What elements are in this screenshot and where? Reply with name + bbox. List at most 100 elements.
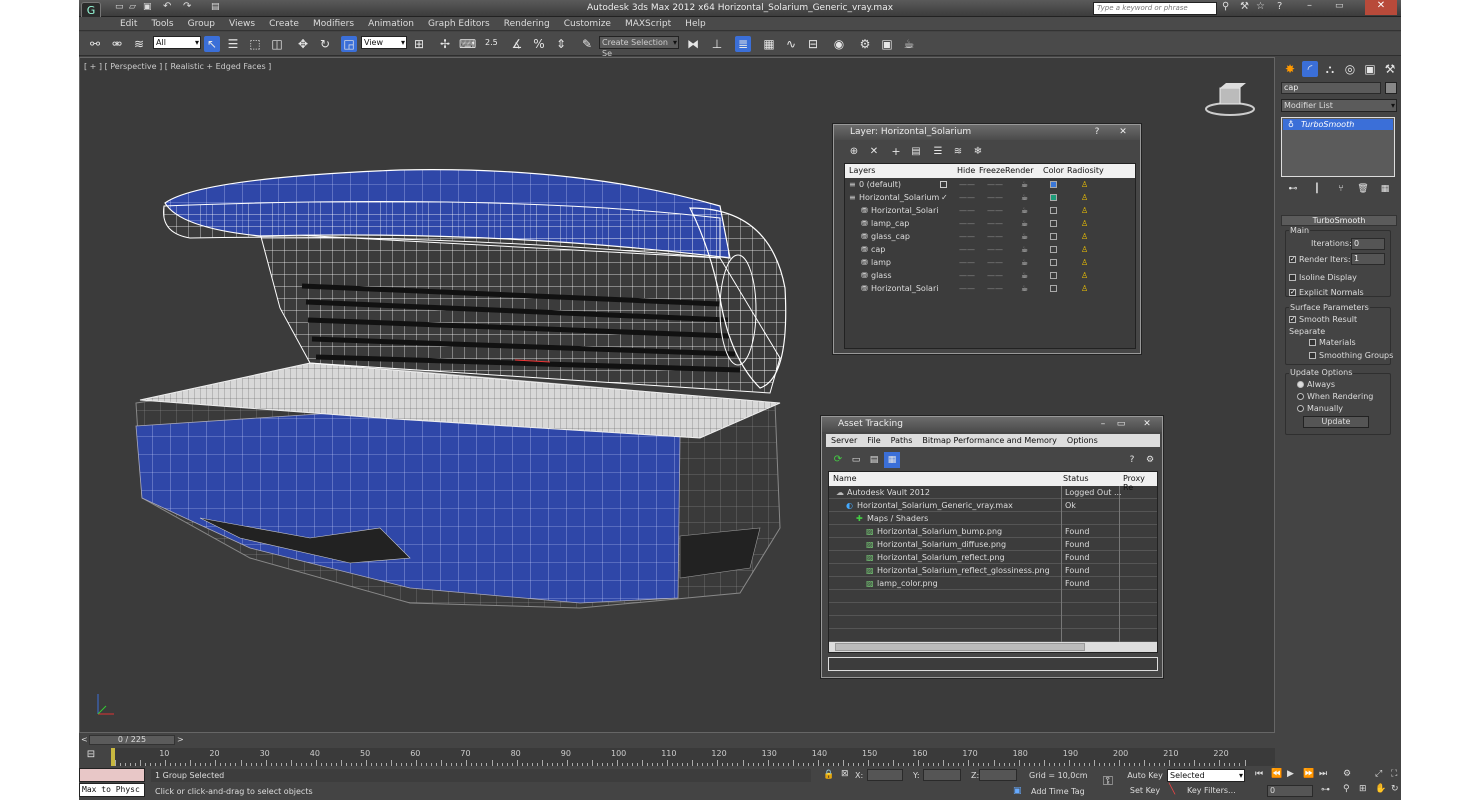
layer-col-radiosity[interactable]: Radiosity — [1067, 166, 1104, 175]
radiosity-lamp-icon[interactable]: ♙ — [1081, 256, 1088, 269]
show-end-result-icon[interactable]: ┃ — [1309, 181, 1325, 197]
layer-col-freeze[interactable]: Freeze — [979, 166, 1005, 175]
explicit-normals-checkbox[interactable]: ✓ — [1289, 289, 1296, 296]
layer-color-swatch[interactable] — [1050, 207, 1057, 214]
zoom-extents-icon[interactable]: ⤢ — [1375, 769, 1382, 779]
goto-end-icon[interactable]: ⏭ — [1319, 769, 1327, 779]
pin-stack-icon[interactable]: ⊷ — [1285, 181, 1301, 197]
maximize-icon[interactable]: ▭ — [1335, 1, 1344, 11]
freeze-toggle[interactable]: —— — [987, 230, 1003, 243]
asset-row[interactable]: ▨ Horizontal_Solarium_reflect_glossiness.… — [829, 564, 1157, 577]
graphite-ribbon-icon[interactable]: ▦ — [761, 36, 777, 52]
layer-row[interactable]: ⛃ cap —— —— ☕ ♙ — [845, 243, 1135, 256]
radiosity-lamp-icon[interactable]: ♙ — [1081, 178, 1088, 191]
unlink-icon[interactable]: ⚮ — [109, 36, 125, 52]
search-input[interactable]: Type a keyword or phrase — [1093, 2, 1217, 15]
layer-col-render[interactable]: Render — [1005, 166, 1033, 175]
layer-col-layers[interactable]: Layers — [849, 166, 875, 175]
auto-key-button[interactable]: Auto Key — [1127, 770, 1163, 782]
abs-mode-icon[interactable]: ⊠ — [841, 769, 849, 779]
menu-tools[interactable]: Tools — [144, 17, 180, 30]
layer-row[interactable]: ⛃ lamp —— —— ☕ ♙ — [845, 256, 1135, 269]
layer-color-swatch[interactable] — [1050, 220, 1057, 227]
time-tag-icon[interactable]: ▣ — [1013, 786, 1022, 796]
window-crossing-icon[interactable]: ◫ — [269, 36, 285, 52]
smooth-result-row[interactable]: ✓ Smooth Result — [1289, 315, 1357, 324]
menu-modifiers[interactable]: Modifiers — [306, 17, 361, 30]
layer-color-swatch[interactable] — [1050, 246, 1057, 253]
hide-toggle[interactable]: —— — [959, 269, 975, 282]
materials-row[interactable]: Materials — [1309, 338, 1356, 347]
menu-views[interactable]: Views — [222, 17, 262, 30]
edit-named-selection-icon[interactable]: ✎ — [579, 36, 595, 52]
freeze-toggle[interactable]: —— — [987, 217, 1003, 230]
layer-name[interactable]: Horizontal_Solari — [871, 282, 959, 295]
render-iters-row[interactable]: ✓ Render Iters: — [1289, 255, 1351, 264]
keyboard-shortcut-icon[interactable]: ⌨ — [459, 36, 476, 52]
menu-animation[interactable]: Animation — [361, 17, 421, 30]
layer-row[interactable]: ⛃ lamp_cap —— —— ☕ ♙ — [845, 217, 1135, 230]
asset-row[interactable]: ☁ Autodesk Vault 2012 Logged Out ... — [829, 486, 1157, 499]
favorites-icon[interactable]: ☆ — [1256, 1, 1265, 12]
layer-row[interactable]: ⛃ Horizontal_Solari —— —— ☕ ♙ — [845, 204, 1135, 217]
menu-graph-editors[interactable]: Graph Editors — [421, 17, 497, 30]
asset-name[interactable]: Horizontal_Solarium_reflect.png — [877, 551, 1005, 564]
asset-row[interactable]: ▨ Horizontal_Solarium_reflect.png Found — [829, 551, 1157, 564]
asset-hscrollbar[interactable] — [829, 642, 1157, 652]
track-bar[interactable]: 10 20 30 40 50 60 70 80 90 100 110 120 130 140 150 160 1… — [111, 748, 1275, 766]
scale-icon[interactable]: ◲ — [341, 36, 357, 52]
layer-color-swatch[interactable] — [1050, 181, 1057, 188]
bind-spacewarp-icon[interactable]: ≋ — [131, 36, 147, 52]
layer-row[interactable]: ≡ 0 (default) —— —— ☕ ♙ — [845, 178, 1135, 191]
hide-toggle[interactable]: —— — [959, 230, 975, 243]
render-teapot-icon[interactable]: ☕ — [1021, 178, 1028, 191]
render-iters-checkbox[interactable]: ✓ — [1289, 256, 1296, 263]
zoom-icon[interactable]: ⚲ — [1343, 784, 1350, 794]
list-view-icon[interactable]: ▭ — [848, 452, 864, 468]
asset-menu-paths[interactable]: Paths — [886, 436, 918, 445]
rotate-icon[interactable]: ↻ — [317, 36, 333, 52]
selection-filter-dropdown[interactable]: All — [153, 36, 201, 49]
menu-maxscript[interactable]: MAXScript — [618, 17, 678, 30]
utilities-tab-icon[interactable]: ⚒ — [1382, 61, 1398, 77]
render-teapot-icon[interactable]: ☕ — [1021, 230, 1028, 243]
make-unique-icon[interactable]: ⑂ — [1333, 181, 1349, 197]
modify-tab-icon[interactable]: ◜ — [1302, 61, 1318, 77]
render-production-icon[interactable]: ☕ — [901, 36, 917, 52]
menu-rendering[interactable]: Rendering — [497, 17, 557, 30]
search-icon[interactable]: ⚲ — [1222, 1, 1229, 12]
named-selection-dropdown[interactable]: Create Selection Se — [599, 36, 679, 58]
layer-color-swatch[interactable] — [1050, 194, 1057, 201]
layer-close-icon[interactable]: ✕ — [1112, 126, 1134, 138]
y-coord-field[interactable] — [923, 769, 961, 781]
timeslider-next-icon[interactable]: > — [177, 735, 184, 744]
viewcube-icon[interactable] — [1205, 83, 1255, 116]
spinner-snap-icon[interactable]: ⇕ — [553, 36, 569, 52]
layer-name[interactable]: glass_cap — [871, 230, 959, 243]
object-name-field[interactable]: cap — [1281, 82, 1381, 94]
manually-row[interactable]: Manually — [1297, 404, 1343, 413]
asset-help-icon[interactable]: ? — [1124, 452, 1140, 468]
freeze-toggle[interactable]: —— — [987, 204, 1003, 217]
select-object-icon[interactable]: ↖ — [204, 36, 220, 52]
select-highlighted-icon[interactable]: ▤ — [908, 144, 924, 160]
modifier-list-dropdown[interactable]: Modifier List — [1281, 99, 1397, 112]
render-teapot-icon[interactable]: ☕ — [1021, 191, 1028, 204]
angle-snap-icon[interactable]: ∡ — [509, 36, 525, 52]
maximize-viewport-icon[interactable]: ⛶ — [1391, 769, 1397, 779]
menu-customize[interactable]: Customize — [557, 17, 618, 30]
render-teapot-icon[interactable]: ☕ — [1021, 217, 1028, 230]
rect-selection-icon[interactable]: ⬚ — [247, 36, 263, 52]
key-filters-button[interactable]: Key Filters... — [1187, 786, 1236, 795]
pivot-center-icon[interactable]: ⊞ — [411, 36, 427, 52]
freeze-toggle[interactable]: —— — [987, 269, 1003, 282]
layer-name[interactable]: cap — [871, 243, 959, 256]
set-key-mode-icon[interactable]: ⚿ — [1103, 774, 1113, 789]
when-rendering-radio[interactable] — [1297, 393, 1304, 400]
highlight-selected-icon[interactable]: ☰ — [930, 144, 946, 160]
always-row[interactable]: Always — [1297, 380, 1335, 389]
light-bulb-icon[interactable]: ♁ — [1288, 119, 1294, 130]
radiosity-lamp-icon[interactable]: ♙ — [1081, 243, 1088, 256]
current-layer-check[interactable]: ✓ — [941, 191, 948, 204]
percent-snap-icon[interactable]: % — [531, 36, 547, 52]
